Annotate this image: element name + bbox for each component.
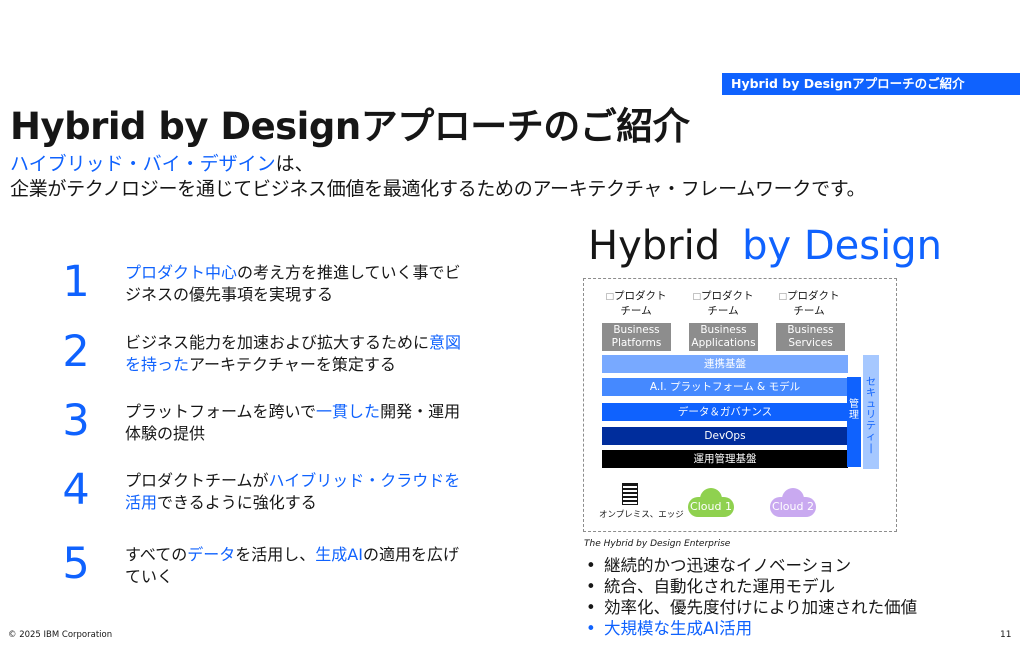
item-text-segment: アーキテクチャーを策定する bbox=[189, 355, 396, 374]
architecture-diagram: □プロダクト チーム □プロダクト チーム □プロダクト チーム Business Pl… bbox=[583, 278, 897, 532]
numbered-item-4: 4 プロダクトチームがハイブリッド・クラウドを活用できるように強化する bbox=[60, 467, 480, 527]
team-icon: □ bbox=[605, 292, 614, 302]
business-applications-box: Business Applications bbox=[689, 323, 758, 351]
item-text-segment: できるように強化する bbox=[157, 493, 317, 512]
benefit-list: • 継続的かつ迅速なイノベーション • 統合、自動化された運用モデル • 効率化、優先… bbox=[586, 555, 917, 639]
layer-ai-platform: A.I. プラットフォーム & モデル bbox=[602, 378, 848, 396]
item-text-segment: プラットフォームを跨いで bbox=[125, 402, 317, 421]
diagram-caption: The Hybrid by Design Enterprise bbox=[584, 539, 731, 549]
benefit-item: • 継続的かつ迅速なイノベーション bbox=[586, 556, 852, 575]
team-label: プロダクト チーム bbox=[701, 290, 754, 317]
item-text: プロダクトチームがハイブリッド・クラウドを活用できるように強化する bbox=[125, 470, 470, 514]
subtitle-rest: は、 bbox=[275, 153, 314, 175]
benefit-text: 大規模な生成AI活用 bbox=[604, 619, 753, 638]
item-text: プラットフォームを跨いで一貫した開発・運用体験の提供 bbox=[125, 401, 470, 445]
benefit-text: 継続的かつ迅速なイノベーション bbox=[604, 556, 852, 575]
subtitle-line-1: ハイブリッド・バイ・デザインは、 bbox=[10, 149, 314, 176]
team-icon: □ bbox=[778, 292, 787, 302]
management-bar bbox=[847, 377, 861, 467]
business-services-box: Business Services bbox=[776, 323, 845, 351]
section-tag: Hybrid by Designアプローチのご紹介 bbox=[722, 73, 1020, 95]
item-number: 2 bbox=[62, 327, 90, 377]
item-text-segment: を活用し、 bbox=[235, 545, 316, 564]
benefit-text: 統合、自動化された運用モデル bbox=[604, 577, 835, 596]
management-label: 管理 bbox=[849, 399, 859, 421]
layer-operations: 運用管理基盤 bbox=[602, 450, 848, 468]
subtitle-highlight: ハイブリッド・バイ・デザイン bbox=[10, 153, 276, 175]
product-team-1: □プロダクト チーム bbox=[596, 289, 676, 318]
layer-data-governance: データ＆ガバナンス bbox=[602, 403, 848, 421]
layer-integration: 連携基盤 bbox=[602, 355, 848, 373]
benefit-text: 効率化、優先度付けにより加速された価値 bbox=[604, 598, 918, 617]
business-platforms-box: Business Platforms bbox=[602, 323, 671, 351]
item-text-segment: ビジネス能力を加速および拡大するために bbox=[125, 333, 430, 352]
page-title: Hybrid by Designアプローチのご紹介 bbox=[10, 105, 690, 148]
item-text-segment: すべての bbox=[125, 545, 188, 564]
cloud-2-icon: Cloud 2 bbox=[770, 488, 816, 517]
server-icon bbox=[622, 483, 638, 505]
team-label: プロダクト チーム bbox=[614, 290, 667, 317]
numbered-item-2: 2 ビジネス能力を加速および拡大するために意図を持ったアーキテクチャーを策定する bbox=[60, 329, 480, 389]
item-number: 4 bbox=[62, 465, 90, 515]
onprem-label: オンプレミス、エッジ bbox=[599, 510, 684, 520]
item-text: ビジネス能力を加速および拡大するために意図を持ったアーキテクチャーを策定する bbox=[125, 332, 470, 376]
item-text-highlight: データ bbox=[187, 545, 236, 564]
copyright-footer: © 2025 IBM Corporation bbox=[8, 630, 113, 640]
numbered-item-1: 1 プロダクト中心の考え方を推進していく事でビジネスの優先事項を実現する bbox=[60, 259, 480, 319]
item-text-highlight: 一貫した bbox=[316, 402, 381, 421]
item-text-highlight: 生成AI bbox=[315, 545, 363, 564]
numbered-item-3: 3 プラットフォームを跨いで一貫した開発・運用体験の提供 bbox=[60, 398, 480, 458]
team-icon: □ bbox=[692, 292, 701, 302]
item-text-highlight: プロダクト中心 bbox=[125, 263, 238, 282]
team-label: プロダクト チーム bbox=[787, 290, 840, 317]
diagram-heading-blue: by Design bbox=[742, 223, 942, 269]
security-label: セキュリティ | bbox=[866, 377, 876, 454]
benefit-item: • 効率化、優先度付けにより加速された価値 bbox=[586, 598, 918, 617]
item-number: 5 bbox=[62, 539, 90, 589]
diagram-heading-black: Hybrid bbox=[588, 223, 721, 269]
layer-devops: DevOps bbox=[602, 427, 848, 445]
page-number: 11 bbox=[1000, 630, 1012, 640]
cloud-1-icon: Cloud 1 bbox=[688, 488, 734, 517]
numbered-item-5: 5 すべてのデータを活用し、生成AIの適用を広げていく bbox=[60, 541, 480, 601]
product-team-2: □プロダクト チーム bbox=[683, 289, 763, 318]
item-text-segment: プロダクトチームが bbox=[125, 471, 269, 490]
diagram-heading: Hybrid by Design bbox=[588, 223, 942, 269]
item-text: プロダクト中心の考え方を推進していく事でビジネスの優先事項を実現する bbox=[125, 262, 470, 306]
item-text: すべてのデータを活用し、生成AIの適用を広げていく bbox=[125, 544, 470, 588]
subtitle-line-2: 企業がテクノロジーを通じてビジネス価値を最適化するためのアーキテクチャ・フレーム… bbox=[10, 178, 866, 200]
item-number: 1 bbox=[62, 257, 90, 307]
product-team-3: □プロダクト チーム bbox=[769, 289, 849, 318]
item-number: 3 bbox=[62, 396, 90, 446]
benefit-item: • 大規模な生成AI活用 bbox=[586, 619, 753, 638]
benefit-item: • 統合、自動化された運用モデル bbox=[586, 577, 835, 596]
